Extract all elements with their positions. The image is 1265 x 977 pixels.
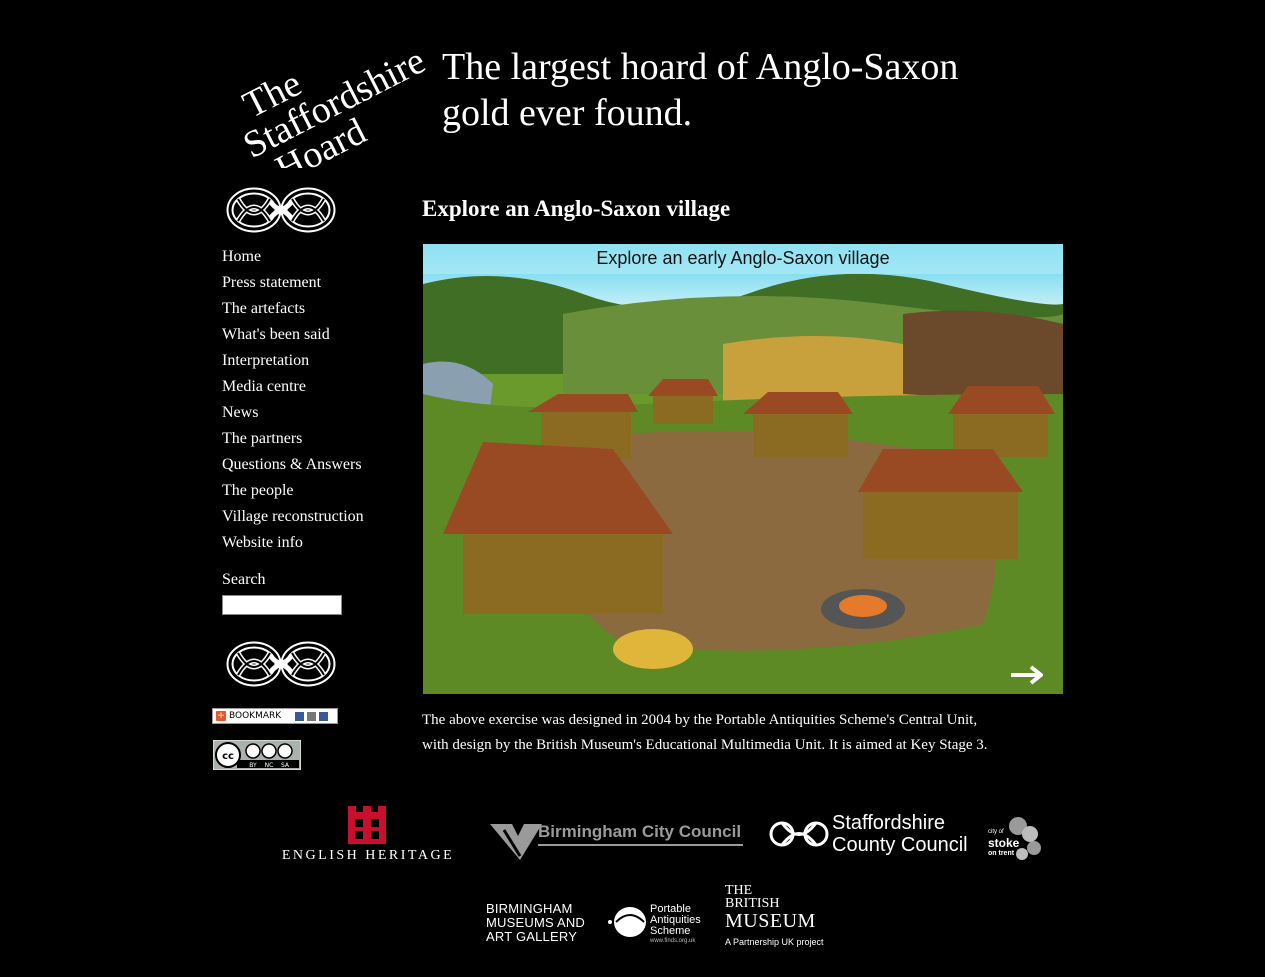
description-line-1: The above exercise was designed in 2004 …: [422, 712, 978, 728]
stoke-line-2: stoke: [988, 836, 1020, 850]
staffordshire-knot-icon: [769, 821, 829, 847]
license-badge-nc: NC: [265, 762, 274, 769]
partner-logo-portable-antiquities[interactable]: Portable Antiquities Scheme www.finds.or…: [606, 900, 706, 950]
nav-link[interactable]: The people: [222, 482, 294, 499]
search-label: Search: [222, 571, 266, 588]
nav-link[interactable]: Website info: [222, 534, 303, 551]
tagline-line-1: The largest hoard of Anglo-Saxon: [442, 46, 959, 88]
nav-item-partners[interactable]: The partners: [222, 426, 412, 452]
arrow-right-icon[interactable]: [1009, 664, 1049, 686]
english-heritage-text: ENGLISH HERITAGE: [281, 848, 455, 863]
nav-item-news[interactable]: News: [222, 400, 412, 426]
pas-text: Portable Antiquities Scheme: [650, 904, 701, 937]
knotwork-ornament-icon: [226, 187, 336, 233]
bm-line-4: A Partnership UK project: [725, 937, 824, 947]
nav-item-whats-been-said[interactable]: What's been said: [222, 322, 412, 348]
facebook-icon: [319, 711, 329, 721]
nav-link[interactable]: Press statement: [222, 274, 321, 291]
nav-item-people[interactable]: The people: [222, 478, 412, 504]
nav-item-home[interactable]: Home: [222, 244, 412, 270]
nav-link[interactable]: Questions & Answers: [222, 456, 362, 473]
bm-line-2: BRITISH: [725, 896, 780, 911]
sidebar-nav: Home Press statement The artefacts What'…: [222, 244, 412, 556]
village-interactive[interactable]: Explore an early Anglo-Saxon village: [423, 244, 1063, 694]
partner-logo-birmingham-museums[interactable]: BIRMINGHAM MUSEUMS AND ART GALLERY: [486, 902, 586, 944]
nav-link[interactable]: Interpretation: [222, 352, 309, 369]
page-title: Explore an Anglo-Saxon village: [422, 196, 731, 221]
partner-logo-english-heritage[interactable]: ENGLISH HERITAGE: [266, 806, 470, 866]
site-logo[interactable]: The Staffordshire Hoard: [205, 8, 435, 191]
bm-line-3: MUSEUM: [725, 910, 816, 932]
nav-item-questions-answers[interactable]: Questions & Answers: [222, 452, 412, 478]
english-heritage-portcullis-icon: [348, 806, 386, 844]
exercise-description: The above exercise was designed in 2004 …: [422, 708, 1062, 758]
license-badge-by: BY: [249, 762, 257, 769]
knotwork-ornament-icon: [226, 641, 336, 687]
bmag-line-3: ART GALLERY: [486, 929, 578, 944]
partner-logo-birmingham-city-council[interactable]: Birmingham City Council: [490, 820, 745, 862]
nav-link[interactable]: The artefacts: [222, 300, 305, 317]
village-illustration: [423, 244, 1063, 694]
stoke-line-3: on trent: [988, 850, 1015, 857]
nav-item-artefacts[interactable]: The artefacts: [222, 296, 412, 322]
scc-line-1: Staffordshire: [832, 812, 946, 834]
nav-link[interactable]: What's been said: [222, 326, 330, 343]
digg-icon: [307, 711, 317, 721]
bookmark-button[interactable]: + BOOKMARK: [212, 708, 338, 724]
nav-item-website-info[interactable]: Website info: [222, 530, 412, 556]
pas-line-3: Scheme: [650, 925, 691, 937]
site-tagline: The largest hoard of Anglo-Saxon gold ev…: [442, 44, 1062, 136]
birmingham-city-council-text: Birmingham City Council: [538, 822, 742, 841]
plus-icon: +: [216, 711, 226, 721]
tagline-line-2: gold ever found.: [442, 92, 693, 134]
nav-item-interpretation[interactable]: Interpretation: [222, 348, 412, 374]
interactive-title: Explore an early Anglo-Saxon village: [596, 248, 890, 268]
license-badge-sa: SA: [281, 762, 290, 769]
pas-url: www.finds.org.uk: [650, 938, 696, 944]
nav-link[interactable]: Village reconstruction: [222, 508, 364, 525]
partner-logo-staffordshire-county-council[interactable]: Staffordshire County Council: [768, 810, 968, 860]
nav-link[interactable]: The partners: [222, 430, 302, 447]
scc-line-2: County Council: [832, 834, 968, 856]
bookmark-label: BOOKMARK: [229, 711, 282, 721]
birmingham-heart-icon: [490, 824, 542, 860]
stoke-text: city of stoke on trent: [988, 828, 1019, 858]
partner-logo-british-museum[interactable]: THE BRITISH MUSEUM A Partnership UK proj…: [725, 884, 845, 948]
divider: [538, 844, 743, 846]
nav-item-media-centre[interactable]: Media centre: [222, 374, 412, 400]
portable-antiquities-icon: [608, 907, 646, 937]
nav-item-press-statement[interactable]: Press statement: [222, 270, 412, 296]
bmag-line-2: MUSEUMS AND: [486, 915, 585, 930]
description-line-2: with design by the British Museum's Educ…: [422, 737, 988, 753]
nav-link[interactable]: Media centre: [222, 378, 306, 395]
bmag-line-1: BIRMINGHAM: [486, 901, 573, 916]
creative-commons-license-icon[interactable]: cc BY NC SA: [213, 740, 301, 770]
svg-text:cc: cc: [222, 751, 234, 762]
partner-logo-stoke-on-trent[interactable]: city of stoke on trent: [986, 816, 1046, 862]
search-input[interactable]: [222, 595, 342, 615]
nav-link[interactable]: News: [222, 404, 258, 421]
nav-item-village-reconstruction[interactable]: Village reconstruction: [222, 504, 412, 530]
staffordshire-county-council-text: Staffordshire County Council: [832, 812, 968, 856]
nav-link[interactable]: Home: [222, 248, 261, 265]
delicious-icon: [295, 711, 305, 721]
